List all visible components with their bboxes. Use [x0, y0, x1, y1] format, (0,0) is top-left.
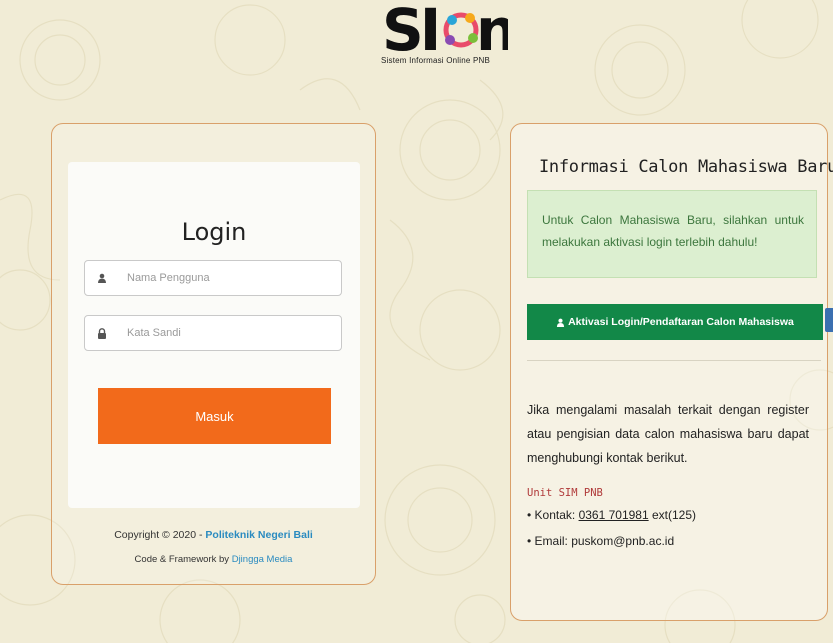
info-alert: Untuk Calon Mahasiswa Baru, silahkan unt… — [527, 190, 817, 278]
help-text: Jika mengalami masalah terkait dengan re… — [527, 403, 809, 465]
copyright: Copyright © 2020 - Politeknik Negeri Bal… — [52, 529, 375, 541]
partial-button-edge[interactable] — [825, 308, 833, 332]
user-icon — [85, 261, 119, 295]
activation-button[interactable]: Aktivasi Login/Pendaftaran Calon Mahasis… — [527, 304, 823, 340]
phone-link[interactable]: 0361 701981 — [579, 508, 649, 522]
credits: Code & Framework by Djingga Media — [52, 554, 375, 565]
contact-phone: • Kontak: 0361 701981 ext(125) — [527, 508, 696, 522]
password-field[interactable] — [84, 315, 342, 351]
phone-ext: ext(125) — [648, 508, 696, 522]
divider — [527, 360, 821, 361]
svg-text:SI: SI — [382, 0, 437, 64]
activation-button-label: Aktivasi Login/Pendaftaran Calon Mahasis… — [568, 316, 794, 328]
info-card: Informasi Calon Mahasiswa Baru Untuk Cal… — [510, 123, 833, 621]
credits-link[interactable]: Djingga Media — [232, 554, 293, 565]
login-title: Login — [181, 218, 247, 246]
credits-prefix: Code & Framework by — [134, 554, 232, 565]
login-card: Login Masuk Copyright © 2020 - Politekni… — [51, 123, 376, 585]
login-form-panel: Login Masuk — [68, 162, 360, 508]
user-icon — [556, 318, 565, 327]
password-input[interactable] — [127, 316, 327, 350]
copyright-org: Politeknik Negeri Bali — [205, 529, 313, 541]
login-button[interactable]: Masuk — [98, 388, 331, 444]
username-field[interactable] — [84, 260, 342, 296]
logo-subtitle: Sistem Informasi Online PNB — [381, 56, 490, 65]
info-title: Informasi Calon Mahasiswa Baru — [539, 157, 833, 177]
svg-text:n: n — [476, 0, 508, 64]
contact-prefix: • Kontak: — [527, 508, 579, 522]
copyright-prefix: Copyright © 2020 - — [114, 529, 206, 541]
username-input[interactable] — [127, 261, 327, 295]
contact-email: • Email: puskom@pnb.ac.id — [527, 534, 675, 548]
lock-icon — [85, 316, 119, 350]
unit-label: Unit SIM PNB — [527, 487, 603, 499]
